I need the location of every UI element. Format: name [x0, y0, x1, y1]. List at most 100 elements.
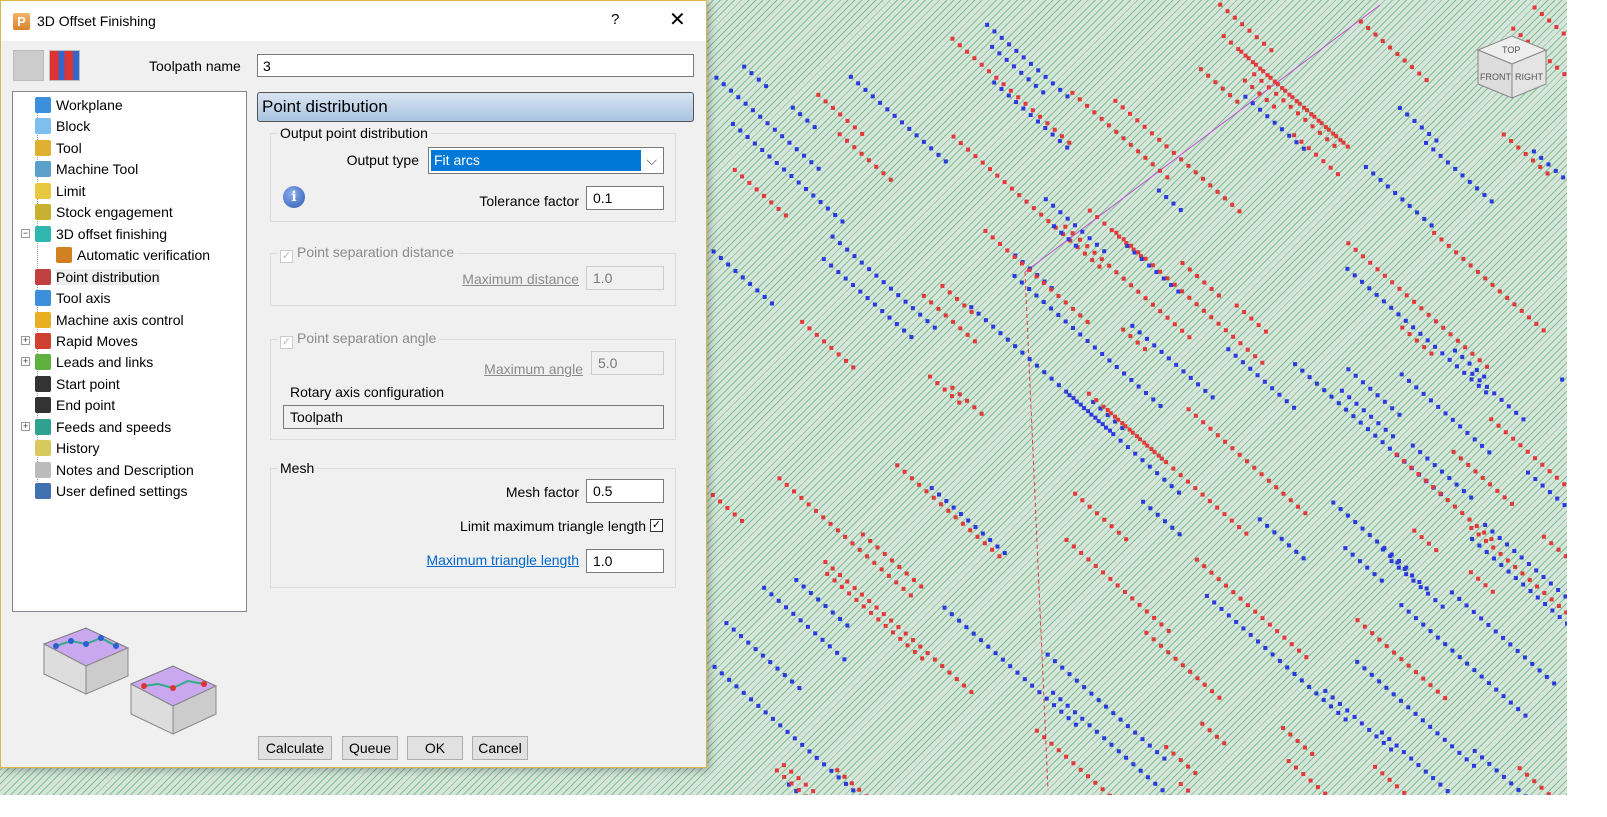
toolpath-mark	[1201, 308, 1206, 313]
toolpath-mark	[1262, 379, 1267, 384]
toolpath-mark	[1149, 447, 1154, 452]
toolpath-mark	[1419, 306, 1424, 311]
tree-item[interactable]: Rapid Moves	[35, 331, 138, 351]
toolpath-mark	[1132, 250, 1137, 255]
toolpath-mark	[1365, 565, 1370, 570]
max-distance-input[interactable]: 1.0	[586, 266, 664, 290]
mesh-factor-input[interactable]: 0.5	[586, 479, 664, 503]
toolpath-mark	[1056, 293, 1061, 298]
toolpath-mark	[1074, 678, 1079, 683]
toolpath-mark	[827, 644, 832, 649]
toolpath-mark	[1228, 40, 1233, 45]
toolpath-mark	[1279, 536, 1284, 541]
toolpath-mark	[813, 508, 818, 513]
toolpath-mark	[1405, 112, 1410, 117]
tree-item[interactable]: History	[35, 438, 100, 458]
reset-icon[interactable]	[13, 50, 44, 81]
expand-icon[interactable]: +	[21, 422, 30, 431]
help-button[interactable]: ?	[611, 11, 619, 28]
close-button[interactable]: ✕	[669, 7, 686, 32]
toolpath-mark	[980, 531, 985, 536]
toolpath-mark	[1471, 609, 1476, 614]
toolpath-mark	[1194, 557, 1199, 562]
tree-item[interactable]: User defined settings	[35, 481, 188, 501]
toolpath-mark	[809, 160, 814, 165]
ok-button[interactable]: OK	[407, 736, 463, 760]
toolpath-mark	[1485, 364, 1490, 369]
toolpath-preview-icon[interactable]	[49, 50, 80, 81]
tree-item[interactable]: Machine Tool	[35, 159, 138, 179]
tree-item[interactable]: Machine axis control	[35, 310, 184, 330]
toolpath-mark	[1458, 456, 1463, 461]
output-type-select[interactable]: Fit arcs ⌵	[428, 147, 664, 174]
toolpath-mark	[1111, 711, 1116, 716]
tree-item[interactable]: 3D offset finishing	[35, 224, 167, 244]
toolpath-mark	[1013, 344, 1018, 349]
tree-item[interactable]: Feeds and speeds	[35, 417, 171, 437]
calculate-button[interactable]: Calculate	[258, 736, 332, 760]
limit-triangle-label: Limit maximum triangle length	[460, 518, 646, 534]
cube-top-label[interactable]: TOP	[1502, 45, 1520, 55]
toolpath-mark	[894, 580, 899, 585]
tree-item[interactable]: Tool axis	[35, 288, 110, 308]
tree-item[interactable]: Point distribution	[35, 267, 160, 287]
cancel-button[interactable]: Cancel	[472, 736, 528, 760]
expand-icon[interactable]: +	[21, 357, 30, 366]
toolpath-mark	[1171, 201, 1176, 206]
toolpath-mark	[1423, 478, 1428, 483]
expand-icon[interactable]: +	[21, 336, 30, 345]
toolpath-mark	[1223, 328, 1228, 333]
notes-icon	[35, 461, 51, 478]
toolpath-mark	[1017, 193, 1022, 198]
max-angle-input[interactable]: 5.0	[591, 351, 664, 375]
toolpath-mark	[850, 541, 855, 546]
rotary-config-field[interactable]: Toolpath	[283, 405, 664, 429]
tree-item[interactable]: Automatic verification	[56, 245, 210, 265]
toolpath-mark	[962, 683, 967, 688]
toolpath-mark	[869, 610, 874, 615]
toolpath-mark	[929, 486, 934, 491]
toolpath-mark	[1395, 52, 1400, 57]
cube-front-label[interactable]: FRONT	[1480, 72, 1511, 82]
tree-item[interactable]: Tool	[35, 138, 82, 158]
toolpath-mark	[1144, 609, 1149, 614]
tolerance-input[interactable]: 0.1	[586, 186, 664, 210]
toolpath-mark	[1140, 737, 1145, 742]
toolpath-mark	[1281, 726, 1286, 731]
tree-item[interactable]: Block	[35, 116, 90, 136]
max-triangle-input[interactable]: 1.0	[586, 549, 664, 573]
toolpath-mark	[1224, 583, 1229, 588]
queue-button[interactable]: Queue	[342, 736, 398, 760]
cube-right-label[interactable]: RIGHT	[1515, 72, 1543, 82]
max-triangle-link[interactable]: Maximum triangle length	[381, 552, 579, 568]
toolpath-mark	[1505, 542, 1510, 547]
tree-item[interactable]: Leads and links	[35, 352, 153, 372]
toolpath-mark	[1490, 589, 1495, 594]
toolpath-mark	[1413, 616, 1418, 621]
tree-item[interactable]: Start point	[35, 374, 120, 394]
limit-triangle-checkbox[interactable]: ✓	[650, 519, 663, 532]
collapse-icon[interactable]: −	[21, 229, 30, 238]
separation-angle-checkbox[interactable]: ✓	[280, 336, 293, 349]
toolpath-mark	[1166, 650, 1171, 655]
tree-item[interactable]: End point	[35, 395, 115, 415]
toolpath-name-input[interactable]	[257, 54, 694, 77]
toolpath-mark	[1086, 391, 1091, 396]
app-logo-icon: P	[13, 13, 30, 30]
toolpath-mark	[712, 664, 717, 669]
tree-item[interactable]: Limit	[35, 181, 86, 201]
toolpath-mark	[1522, 655, 1527, 660]
toolpath-mark	[1513, 564, 1518, 569]
toolpath-mark	[1102, 221, 1107, 226]
tree-item[interactable]: Workplane	[35, 95, 123, 115]
tree-item[interactable]: Stock engagement	[35, 202, 173, 222]
toolpath-mark	[1250, 85, 1255, 90]
info-icon[interactable]: i	[283, 186, 305, 208]
separation-distance-checkbox[interactable]: ✓	[280, 250, 293, 263]
toolpath-mark	[1222, 741, 1227, 746]
toolpath-mark	[1012, 273, 1017, 278]
tree-item[interactable]: Notes and Description	[35, 460, 194, 480]
toolpath-mark	[1396, 312, 1401, 317]
title-bar: P 3D Offset Finishing ? ✕	[1, 1, 706, 41]
view-cube[interactable]: TOP FRONT RIGHT	[1474, 30, 1550, 100]
